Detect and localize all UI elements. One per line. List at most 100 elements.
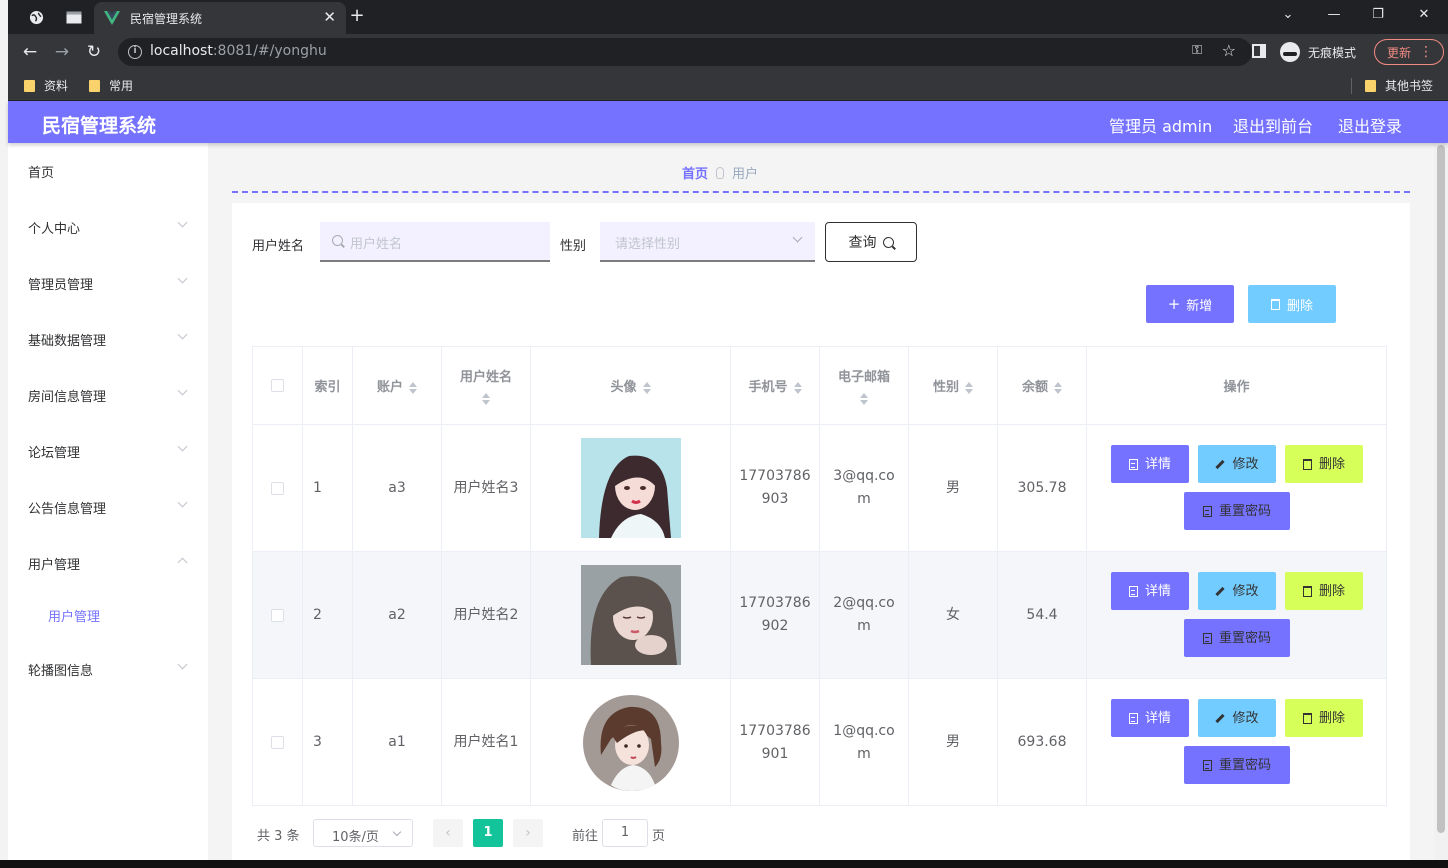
phone-text: 902 [761,618,789,634]
goto-page-input[interactable]: 1 [602,819,648,847]
forward-icon[interactable]: → [50,40,74,64]
new-tab-button[interactable]: + [346,6,368,28]
sidebar-item-forum[interactable]: 论坛管理 [8,423,208,479]
side-panel-icon[interactable] [1252,44,1266,58]
bookmark-label: 常用 [109,79,134,93]
bookmark-folder[interactable]: 资料 [24,77,68,94]
sort-icon[interactable] [409,381,417,394]
reset-password-button[interactable]: 重置密码 [1184,746,1290,784]
folder-icon [24,79,35,92]
scrollbar-thumb[interactable] [1437,145,1445,833]
add-button[interactable]: + 新增 [1146,285,1234,323]
header-email[interactable]: 电子邮箱 [820,347,909,425]
detail-button[interactable]: 详情 [1111,699,1189,737]
restore-icon[interactable]: ❐ [1364,4,1392,26]
sidebar-item-admin-management[interactable]: 管理员管理 [8,255,208,311]
tab-search-icon[interactable]: ⌄ [1274,4,1302,26]
delete-button[interactable]: 删除 [1285,699,1363,737]
header-account[interactable]: 账户 [353,347,442,425]
sidebar-item-user-management[interactable]: 用户管理 [8,535,208,591]
sort-icon[interactable] [793,381,802,394]
header-name[interactable]: 用户姓名 [442,347,531,425]
select-all-checkbox[interactable] [271,379,284,392]
sort-icon[interactable] [482,393,490,405]
page-size-select[interactable]: 10条/页 [313,819,413,847]
page-number-button[interactable]: 1 [473,819,503,847]
menu-label: 轮播图信息 [28,664,94,679]
menu-label: 管理员管理 [28,278,94,293]
sidebar-item-home[interactable]: 首页 [8,143,208,199]
header-balance[interactable]: 余额 [998,347,1087,425]
reload-icon[interactable]: ↻ [82,40,106,64]
bookmark-label: 资料 [44,79,69,93]
exit-to-front-link[interactable]: 退出到前台 [1233,113,1313,137]
minimize-icon[interactable]: — [1320,4,1348,26]
sort-icon[interactable] [965,381,973,394]
header-label: 账户 [377,376,417,395]
logout-link[interactable]: 退出登录 [1338,113,1402,137]
header-label: 电子邮箱 [837,370,890,385]
cell-phone: 17703786 901 [731,679,820,806]
tab-window-icon[interactable] [60,6,88,28]
header-gender[interactable]: 性别 [909,347,998,425]
sidebar-item-carousel[interactable]: 轮播图信息 [8,641,208,697]
app-title: 民宿管理系统 [42,115,157,137]
bookmark-star-icon[interactable]: ☆ [1222,41,1236,60]
incognito-indicator[interactable]: 无痕模式 [1280,40,1356,64]
globe-icon[interactable] [22,6,50,28]
page-scrollbar[interactable] [1434,143,1448,860]
gender-select[interactable]: 请选择性别 [600,222,815,262]
sidebar-subitem-user-management[interactable]: 用户管理 [8,587,208,643]
phone-text: 17703786 [739,722,811,739]
sidebar-menu: 首页 个人中心 管理员管理 基础数据管理 房间信息管理 论坛管理 公告信息管理 … [8,143,208,860]
site-info-icon[interactable]: i [128,45,142,59]
edit-button[interactable]: 修改 [1198,445,1276,483]
reset-password-button[interactable]: 重置密码 [1184,619,1290,657]
row-checkbox[interactable] [271,481,284,495]
edit-button[interactable]: 修改 [1198,699,1276,737]
sort-icon[interactable] [642,381,651,394]
detail-button[interactable]: 详情 [1111,572,1189,610]
sidebar-item-personal-center[interactable]: 个人中心 [8,199,208,255]
sidebar-item-room-info[interactable]: 房间信息管理 [8,367,208,423]
cell-avatar [531,552,731,679]
close-window-icon[interactable]: ✕ [1410,4,1438,26]
document-icon [1128,458,1138,470]
header-phone[interactable]: 手机号 [731,347,820,425]
reset-label: 重置密码 [1218,630,1271,646]
cell-account: a3 [353,425,442,552]
row-checkbox[interactable] [271,736,284,749]
row-checkbox[interactable] [271,608,284,622]
sidebar-item-notice[interactable]: 公告信息管理 [8,479,208,535]
other-bookmarks[interactable]: 其他书签 [1365,77,1433,94]
app-viewport: 民宿管理系统 管理员 admin 退出到前台 退出登录 首页 个人中心 管理员管… [8,101,1448,860]
address-bar[interactable]: i localhost:8081/#/yonghu ⚿ ☆ [118,38,1252,66]
sort-icon[interactable] [860,393,868,405]
browser-tab-bar: 民宿管理系统 ✕ + ⌄ — ❐ ✕ [8,0,1448,34]
sidebar-item-base-data[interactable]: 基础数据管理 [8,311,208,367]
reset-password-button[interactable]: 重置密码 [1184,492,1290,530]
query-button[interactable]: 查询 [825,222,917,262]
batch-delete-button[interactable]: 删除 [1248,285,1336,323]
back-icon[interactable]: ← [18,40,42,64]
header-label: 手机号 [748,376,802,395]
bookmark-folder[interactable]: 常用 [89,77,133,94]
next-page-button[interactable]: › [513,819,543,847]
delete-button[interactable]: 删除 [1285,445,1363,483]
chevron-down-icon [392,827,402,837]
chevron-down-icon [177,217,188,228]
name-search-input[interactable]: 用户姓名 [320,222,550,262]
sort-icon[interactable] [1054,381,1062,394]
edit-button[interactable]: 修改 [1198,572,1276,610]
header-avatar[interactable]: 头像 [531,347,731,425]
password-key-icon[interactable]: ⚿ [1192,43,1202,58]
close-tab-icon[interactable]: ✕ [323,8,336,26]
update-button[interactable]: 更新 ⋮ [1374,39,1444,65]
delete-button[interactable]: 删除 [1285,572,1363,610]
prev-page-button[interactable]: ‹ [433,819,463,847]
breadcrumb-home[interactable]: 首页 [682,163,708,182]
detail-button[interactable]: 详情 [1111,445,1189,483]
email-text: 2@qq.co [833,595,895,611]
kebab-menu-icon[interactable]: ⋮ [1419,43,1433,61]
active-tab[interactable]: 民宿管理系统 ✕ [94,2,346,34]
